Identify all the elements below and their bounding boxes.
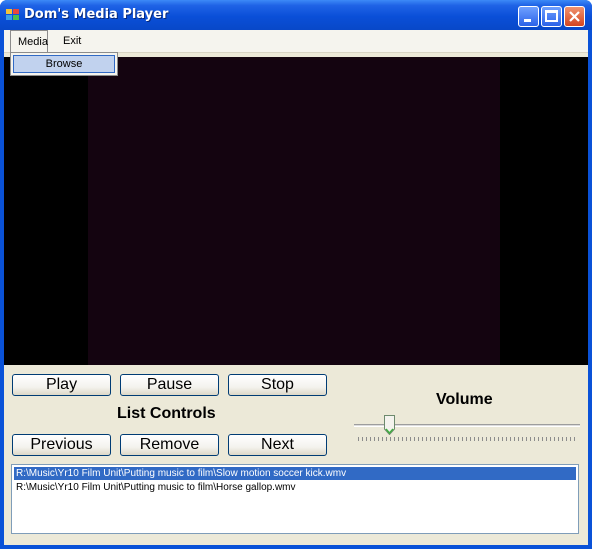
volume-label: Volume bbox=[436, 391, 493, 408]
play-button[interactable]: Play bbox=[12, 374, 111, 396]
previous-button[interactable]: Previous bbox=[12, 434, 111, 456]
video-frame bbox=[88, 57, 500, 365]
menu-item-browse[interactable]: Browse bbox=[13, 55, 115, 73]
playlist-listbox[interactable]: R:\Music\Yr10 Film Unit\Putting music to… bbox=[11, 464, 579, 534]
client-area: Media Exit Browse Play Pause Stop List C… bbox=[4, 30, 588, 545]
minimize-button[interactable] bbox=[518, 6, 539, 27]
pause-button[interactable]: Pause bbox=[120, 374, 219, 396]
list-controls-label: List Controls bbox=[117, 405, 216, 422]
menu-bar: Media Exit bbox=[4, 30, 588, 53]
volume-slider-thumb[interactable] bbox=[384, 415, 396, 435]
minimize-icon bbox=[524, 19, 531, 22]
title-bar[interactable]: Dom's Media Player bbox=[0, 0, 592, 30]
app-icon bbox=[6, 9, 19, 20]
remove-button[interactable]: Remove bbox=[120, 434, 219, 456]
menu-media[interactable]: Media bbox=[10, 30, 48, 52]
media-dropdown: Browse bbox=[10, 52, 118, 76]
close-icon bbox=[569, 11, 580, 22]
menu-exit[interactable]: Exit bbox=[56, 30, 88, 52]
maximize-icon bbox=[545, 10, 558, 22]
playlist-item[interactable]: R:\Music\Yr10 Film Unit\Putting music to… bbox=[14, 481, 576, 494]
video-area[interactable] bbox=[4, 57, 588, 365]
close-button[interactable] bbox=[564, 6, 585, 27]
app-window: Dom's Media Player Media Exit Browse Pla… bbox=[0, 0, 592, 549]
stop-button[interactable]: Stop bbox=[228, 374, 327, 396]
volume-slider-ticks bbox=[358, 437, 578, 441]
window-title: Dom's Media Player bbox=[24, 7, 169, 22]
maximize-button[interactable] bbox=[541, 6, 562, 27]
next-button[interactable]: Next bbox=[228, 434, 327, 456]
playlist-item[interactable]: R:\Music\Yr10 Film Unit\Putting music to… bbox=[14, 467, 576, 480]
